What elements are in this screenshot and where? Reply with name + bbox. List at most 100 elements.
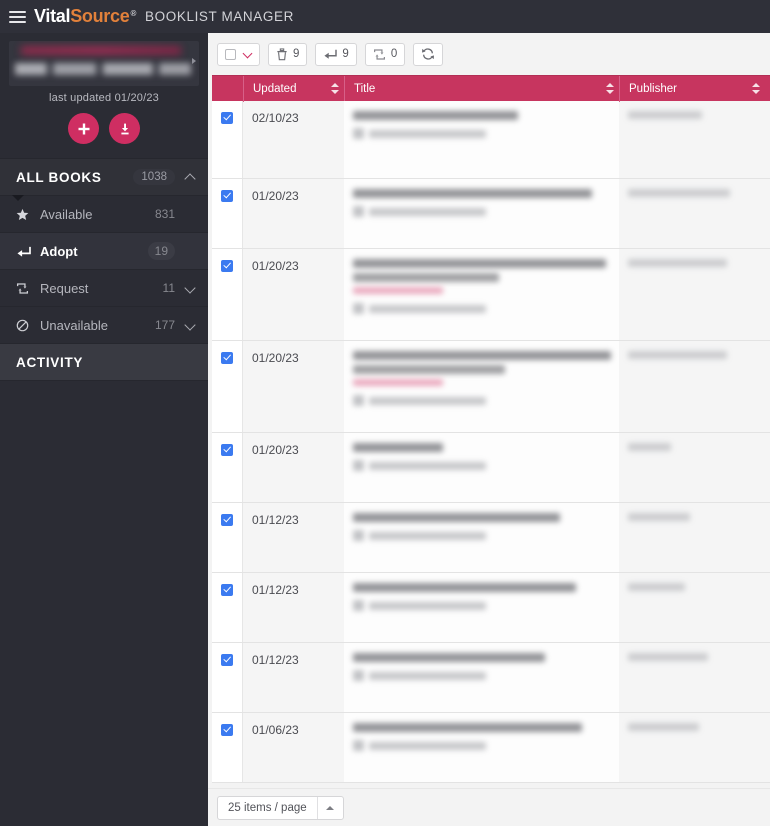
row-meta-redacted bbox=[369, 671, 487, 680]
adopt-count: 9 bbox=[342, 48, 349, 60]
row-title-cell[interactable] bbox=[344, 643, 619, 712]
row-title-redacted bbox=[353, 513, 561, 522]
sort-icon-updated[interactable] bbox=[331, 82, 340, 95]
table-row[interactable]: 01/12/23 bbox=[212, 503, 770, 573]
hamburger-icon[interactable] bbox=[0, 0, 34, 33]
row-title-cell[interactable] bbox=[344, 433, 619, 502]
row-title-cell[interactable] bbox=[344, 179, 619, 248]
row-checkbox[interactable] bbox=[221, 444, 233, 456]
row-title-cell[interactable] bbox=[344, 573, 619, 642]
sidebar-item-available[interactable]: Available 831 bbox=[0, 195, 208, 233]
row-meta bbox=[353, 303, 619, 314]
download-icon bbox=[120, 123, 129, 134]
row-meta-icon bbox=[353, 600, 364, 611]
delete-count: 9 bbox=[293, 48, 300, 60]
row-meta bbox=[353, 740, 619, 751]
row-title-cell[interactable] bbox=[344, 713, 619, 782]
row-title-cell[interactable] bbox=[344, 101, 619, 178]
row-checkbox[interactable] bbox=[221, 190, 233, 202]
header-title[interactable]: Title bbox=[344, 75, 619, 102]
sidebar-item-label: Unavailable bbox=[40, 317, 108, 333]
table-row[interactable]: 01/20/23 bbox=[212, 341, 770, 433]
header-publisher-label: Publisher bbox=[629, 82, 677, 95]
table-row[interactable]: 01/20/23 bbox=[212, 249, 770, 341]
refresh-button[interactable] bbox=[413, 42, 444, 66]
row-title-cell[interactable] bbox=[344, 341, 619, 432]
row-meta-icon bbox=[353, 740, 364, 751]
row-select-cell bbox=[212, 101, 243, 178]
row-publisher-cell bbox=[619, 101, 770, 178]
header-updated[interactable]: Updated bbox=[243, 75, 344, 102]
row-meta bbox=[353, 600, 619, 611]
sidebar-item-request[interactable]: Request 11 bbox=[0, 270, 208, 307]
sidebar: last updated 01/20/23 ALL BOOKS 1038 Ava… bbox=[0, 33, 208, 826]
table-toolbar: 9 9 0 bbox=[208, 33, 770, 75]
sort-icon-publisher[interactable] bbox=[752, 82, 761, 95]
chevron-down-icon[interactable] bbox=[185, 320, 196, 331]
sidebar-item-adopt[interactable]: Adopt 19 bbox=[0, 233, 208, 270]
repeat-icon bbox=[16, 282, 38, 295]
table-row[interactable]: 01/20/23 bbox=[212, 433, 770, 503]
star-icon bbox=[16, 208, 38, 221]
page-size-selector[interactable]: 25 items / page bbox=[217, 795, 344, 820]
sidebar-item-count: 11 bbox=[162, 281, 175, 295]
delete-button[interactable]: 9 bbox=[268, 42, 308, 66]
row-title-redacted bbox=[353, 351, 612, 360]
books-table: Updated Title Publisher 02/10/23 01/20/23… bbox=[212, 75, 770, 820]
table-row[interactable]: 02/10/23 bbox=[212, 101, 770, 179]
row-title-redacted bbox=[353, 723, 582, 732]
select-all-dropdown[interactable] bbox=[217, 42, 260, 66]
select-all-checkbox[interactable] bbox=[225, 48, 236, 60]
row-checkbox[interactable] bbox=[221, 584, 233, 596]
table-row[interactable]: 01/06/23 bbox=[212, 713, 770, 783]
sidebar-item-unavailable[interactable]: Unavailable 177 bbox=[0, 307, 208, 344]
row-select-cell bbox=[212, 713, 243, 782]
account-name-redacted bbox=[21, 46, 181, 55]
last-updated-label: last updated 01/20/23 bbox=[48, 92, 159, 104]
row-title-redacted bbox=[353, 583, 577, 592]
table-row[interactable]: 01/12/23 bbox=[212, 643, 770, 713]
row-checkbox[interactable] bbox=[221, 514, 233, 526]
row-checkbox[interactable] bbox=[221, 260, 233, 272]
sort-icon-title[interactable] bbox=[606, 82, 615, 95]
row-publisher-cell bbox=[619, 573, 770, 642]
row-updated-date: 01/20/23 bbox=[252, 189, 299, 203]
page-size-toggle[interactable] bbox=[316, 796, 343, 819]
chevron-down-icon[interactable] bbox=[244, 50, 253, 59]
download-button[interactable] bbox=[109, 113, 140, 144]
add-book-button[interactable] bbox=[68, 113, 99, 144]
row-meta bbox=[353, 460, 619, 471]
table-row[interactable]: 01/20/23 bbox=[212, 179, 770, 249]
row-title-redacted bbox=[353, 259, 606, 268]
row-updated-date: 01/12/23 bbox=[252, 513, 299, 527]
request-button[interactable]: 0 bbox=[364, 42, 406, 66]
row-title-cell[interactable] bbox=[344, 503, 619, 572]
sidebar-actions bbox=[0, 113, 208, 144]
adopt-button[interactable]: 9 bbox=[315, 42, 357, 66]
chevron-up-icon[interactable] bbox=[185, 172, 196, 183]
row-title-cell[interactable] bbox=[344, 249, 619, 340]
sidebar-section-all-books[interactable]: ALL BOOKS 1038 bbox=[0, 158, 208, 196]
return-arrow-icon bbox=[324, 49, 338, 59]
row-checkbox[interactable] bbox=[221, 112, 233, 124]
row-publisher-cell bbox=[619, 179, 770, 248]
chevron-down-icon[interactable] bbox=[185, 283, 196, 294]
row-updated-date: 01/20/23 bbox=[252, 443, 299, 457]
page-size-label: 25 items / page bbox=[228, 801, 307, 814]
header-publisher[interactable]: Publisher bbox=[619, 75, 770, 102]
refresh-icon bbox=[422, 48, 435, 60]
row-checkbox[interactable] bbox=[221, 724, 233, 736]
sidebar-section-activity[interactable]: ACTIVITY bbox=[0, 344, 208, 381]
row-meta bbox=[353, 206, 619, 217]
chevron-right-icon bbox=[192, 58, 196, 64]
row-select-cell bbox=[212, 341, 243, 432]
row-checkbox[interactable] bbox=[221, 654, 233, 666]
row-meta-redacted bbox=[369, 304, 487, 313]
top-bar: Vital Source ® BOOKLIST MANAGER bbox=[0, 0, 770, 33]
trash-icon bbox=[277, 47, 287, 60]
repeat-icon bbox=[373, 48, 385, 60]
row-checkbox[interactable] bbox=[221, 352, 233, 364]
table-row[interactable]: 01/12/23 bbox=[212, 573, 770, 643]
row-title-redacted bbox=[353, 111, 518, 120]
account-selector[interactable] bbox=[9, 41, 199, 86]
